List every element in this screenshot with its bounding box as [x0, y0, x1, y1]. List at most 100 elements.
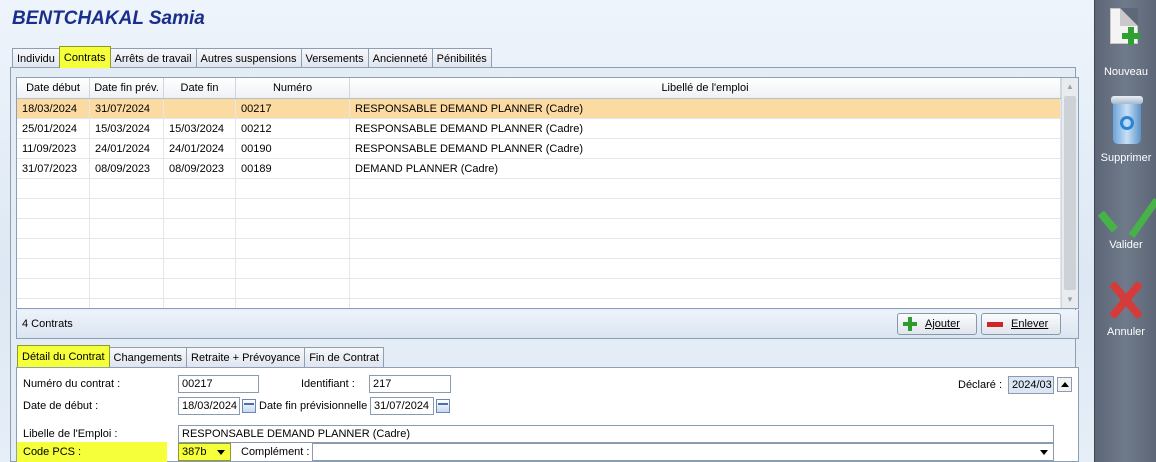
tab-fin-de-contrat[interactable]: Fin de Contrat	[304, 347, 384, 367]
declare-input[interactable]: 2024/03	[1008, 376, 1054, 394]
cell-date-fin-prev: 15/03/2024	[90, 119, 164, 138]
col-date-fin[interactable]: Date fin	[164, 78, 236, 98]
empty-row	[17, 219, 1078, 239]
identifiant-input[interactable]: 217	[369, 375, 451, 393]
cell-date-debut: 25/01/2024	[17, 119, 90, 138]
employee-name: BENTCHAKAL Samia	[12, 8, 205, 29]
cell-date-fin	[164, 99, 236, 118]
numero-input[interactable]: 00217	[178, 375, 259, 393]
declare-label: Déclaré :	[958, 379, 1003, 391]
tab-autres-suspensions[interactable]: Autres suspensions	[195, 48, 302, 68]
cell-libelle: RESPONSABLE DEMAND PLANNER (Cadre)	[350, 139, 1061, 158]
contracts-grid[interactable]: Date début Date fin prév. Date fin Numér…	[16, 77, 1079, 309]
tab-versements[interactable]: Versements	[300, 48, 369, 68]
add-button-label: Ajouter	[925, 318, 960, 330]
complement-select[interactable]	[312, 443, 1054, 461]
cell-numero: 00212	[236, 119, 350, 138]
recycle-bin-icon	[1111, 96, 1143, 144]
identifiant-label: Identifiant :	[301, 378, 355, 390]
cell-date-fin: 15/03/2024	[164, 119, 236, 138]
new-document-icon	[1110, 8, 1140, 45]
pcs-select[interactable]: 387b	[178, 443, 231, 461]
calendar-icon[interactable]	[242, 399, 256, 413]
col-numero[interactable]: Numéro	[236, 78, 350, 98]
date-fin-prev-label: Date fin prévisionnelle :	[259, 400, 374, 412]
top-tabs: Individu Contrats Arrêts de travail Autr…	[12, 46, 492, 68]
date-fin-prev-input[interactable]: 31/07/2024	[370, 397, 434, 415]
empty-row	[17, 199, 1078, 219]
libelle-input[interactable]: RESPONSABLE DEMAND PLANNER (Cadre)	[178, 425, 1054, 443]
scroll-thumb[interactable]	[1064, 96, 1076, 290]
detail-tabs: Détail du Contrat Changements Retraite +…	[17, 345, 384, 367]
calendar-icon[interactable]	[436, 399, 450, 413]
grid-header: Date début Date fin prév. Date fin Numér…	[17, 78, 1078, 99]
table-row[interactable]: 11/09/2023 24/01/2024 24/01/2024 00190 R…	[17, 139, 1078, 159]
minus-icon	[987, 321, 1003, 327]
col-libelle[interactable]: Libellé de l'emploi	[350, 78, 1061, 98]
cell-date-debut: 31/07/2023	[17, 159, 90, 178]
empty-row	[17, 239, 1078, 259]
grid-scrollbar[interactable]: ▲ ▼	[1061, 78, 1078, 308]
tab-detail-contrat[interactable]: Détail du Contrat	[17, 345, 110, 367]
empty-row	[17, 179, 1078, 199]
contract-detail-panel: Numéro du contrat : 00217 Identifiant : …	[16, 367, 1079, 462]
chevron-down-icon	[1040, 450, 1048, 455]
cell-date-debut: 11/09/2023	[17, 139, 90, 158]
tab-anciennete[interactable]: Ancienneté	[367, 48, 433, 68]
date-debut-label: Date de début :	[23, 400, 99, 412]
pcs-value: 387b	[182, 446, 207, 458]
cell-libelle: RESPONSABLE DEMAND PLANNER (Cadre)	[350, 119, 1061, 138]
cell-libelle: RESPONSABLE DEMAND PLANNER (Cadre)	[350, 99, 1061, 118]
cell-numero: 00189	[236, 159, 350, 178]
delete-button[interactable]: Supprimer	[1095, 96, 1156, 168]
add-button[interactable]: Ajouter	[897, 313, 977, 335]
checkmark-icon	[1109, 192, 1145, 232]
complement-label: Complément :	[241, 446, 310, 458]
cell-date-fin-prev: 31/07/2024	[90, 99, 164, 118]
cancel-button[interactable]: Annuler	[1095, 280, 1156, 342]
col-date-fin-prev[interactable]: Date fin prév.	[90, 78, 164, 98]
action-toolbar: Nouveau Supprimer Valider Annuler	[1094, 0, 1156, 462]
cell-numero: 00190	[236, 139, 350, 158]
cancel-button-label: Annuler	[1107, 326, 1145, 338]
chevron-down-icon	[217, 450, 225, 455]
cell-date-fin-prev: 24/01/2024	[90, 139, 164, 158]
tab-changements[interactable]: Changements	[108, 347, 188, 367]
tab-individu[interactable]: Individu	[12, 48, 60, 68]
cell-numero: 00217	[236, 99, 350, 118]
new-button[interactable]: Nouveau	[1095, 8, 1156, 83]
new-button-label: Nouveau	[1103, 66, 1149, 78]
col-date-debut[interactable]: Date début	[17, 78, 90, 98]
empty-row	[17, 299, 1078, 308]
empty-row	[17, 279, 1078, 299]
cross-icon	[1107, 280, 1145, 320]
cell-date-fin: 24/01/2024	[164, 139, 236, 158]
date-debut-input[interactable]: 18/03/2024	[178, 397, 240, 415]
table-row[interactable]: 25/01/2024 15/03/2024 15/03/2024 00212 R…	[17, 119, 1078, 139]
libelle-label: Libelle de l'Emploi :	[23, 428, 118, 440]
tab-penibilites[interactable]: Pénibilités	[431, 48, 492, 68]
scroll-up-arrow-icon[interactable]: ▲	[1062, 78, 1078, 95]
table-row[interactable]: 18/03/2024 31/07/2024 00217 RESPONSABLE …	[17, 99, 1078, 119]
tab-contrats[interactable]: Contrats	[58, 46, 111, 68]
validate-button-label: Valider	[1109, 239, 1143, 251]
cell-date-fin: 08/09/2023	[164, 159, 236, 178]
numero-label: Numéro du contrat :	[23, 378, 121, 390]
spin-up-icon[interactable]	[1057, 377, 1072, 392]
table-row[interactable]: 31/07/2023 08/09/2023 08/09/2023 00189 D…	[17, 159, 1078, 179]
validate-button[interactable]: Valider	[1095, 192, 1156, 254]
scroll-down-arrow-icon[interactable]: ▼	[1062, 291, 1078, 308]
pcs-label: Code PCS :	[23, 446, 82, 458]
contracts-count: 4 Contrats	[22, 318, 73, 330]
tab-retraite-prevoyance[interactable]: Retraite + Prévoyance	[186, 347, 306, 367]
empty-row	[17, 259, 1078, 279]
remove-button-label: Enlever	[1011, 318, 1049, 330]
tab-arrets-de-travail[interactable]: Arrêts de travail	[109, 48, 197, 68]
cell-date-fin-prev: 08/09/2023	[90, 159, 164, 178]
grid-footer: 4 Contrats Ajouter Enlever	[16, 310, 1079, 339]
plus-icon	[903, 317, 917, 331]
cell-libelle: DEMAND PLANNER (Cadre)	[350, 159, 1061, 178]
delete-button-label: Supprimer	[1100, 152, 1152, 164]
remove-button[interactable]: Enlever	[981, 313, 1061, 335]
cell-date-debut: 18/03/2024	[17, 99, 90, 118]
